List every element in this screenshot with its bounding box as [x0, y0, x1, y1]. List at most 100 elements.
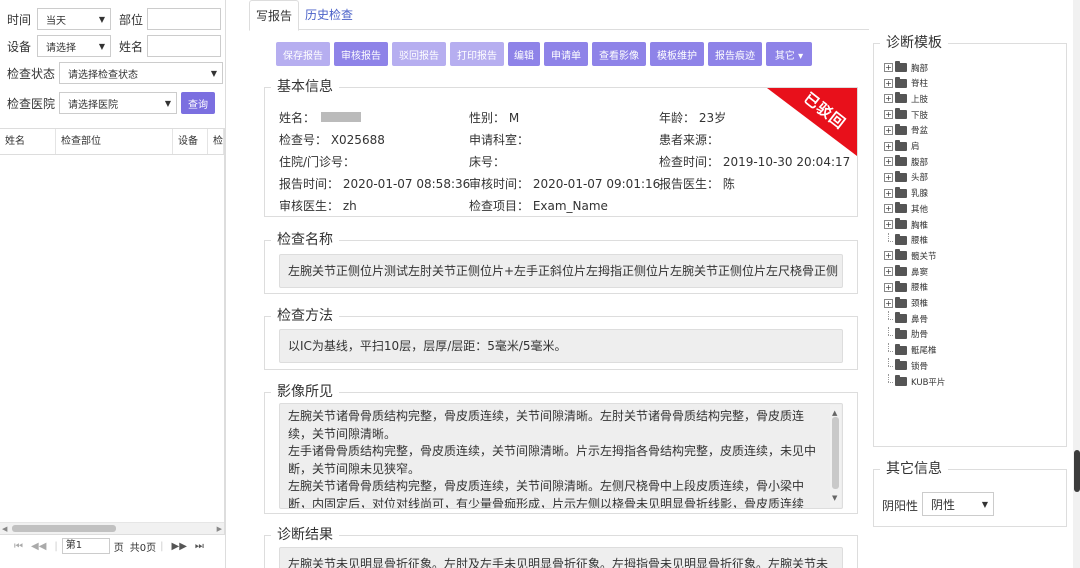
folder-icon [895, 249, 907, 261]
folder-icon [895, 359, 907, 371]
print-report-button[interactable]: 打印报告 [450, 42, 504, 66]
expand-icon[interactable]: + [884, 172, 893, 182]
template-tree-item[interactable]: + 肩 [884, 139, 920, 154]
grid-col-part[interactable]: 检查部位 [56, 129, 173, 154]
template-tree-item[interactable]: + 下肢 [884, 107, 928, 122]
folder-icon [895, 186, 907, 198]
template-tree-item[interactable]: + 乳腺 [884, 186, 928, 201]
expand-icon[interactable]: + [884, 267, 893, 277]
view-image-button[interactable]: 查看影像 [592, 42, 646, 66]
folder-icon [895, 76, 907, 88]
folder-icon [895, 108, 907, 120]
template-tree-item[interactable]: + 髋关节 [884, 248, 937, 263]
exam-name-textbox[interactable]: 左腕关节正侧位片测试左肘关节正侧位片+左手正斜位片左拇指正侧位片左腕关节正侧位片… [279, 254, 843, 288]
template-tree-item[interactable]: + 鼻窦 [884, 264, 928, 279]
folder-icon [895, 202, 907, 214]
expand-icon[interactable]: + [884, 298, 893, 308]
template-tree-item[interactable]: + 上肢 [884, 91, 928, 106]
report-trace-button[interactable]: 报告痕迹 [708, 42, 762, 66]
template-tree-item[interactable]: + 胸部 [884, 60, 928, 75]
grid-horizontal-scrollbar[interactable]: ◀ ▶ [0, 522, 224, 534]
page-scrollbar[interactable] [1073, 0, 1080, 568]
template-tree-item[interactable]: 锁骨 [884, 358, 928, 373]
diagnosis-textbox[interactable]: 左腕关节未见明显骨折征象。左肘及左手未见明显骨折征象。左拇指骨未见明显骨折征象。… [279, 547, 843, 568]
scroll-right-icon[interactable]: ▶ [217, 523, 222, 535]
findings-textarea[interactable]: 左腕关节诸骨骨质结构完整，骨皮质连续，关节间隙清晰。左肘关节诸骨骨质结构完整，骨… [279, 403, 843, 509]
part-input[interactable] [147, 8, 222, 30]
expand-icon[interactable]: + [884, 157, 893, 167]
patient-name-masked [321, 112, 361, 122]
expand-icon[interactable]: + [884, 63, 893, 72]
expand-icon[interactable]: + [884, 251, 893, 261]
template-tree-item[interactable]: + 胸椎 [884, 217, 928, 232]
patient-grid: 姓名 检查部位 设备 检 ◀ ▶ [0, 128, 225, 535]
prev-page-icon[interactable]: ◀◀ [31, 541, 46, 552]
save-report-button[interactable]: 保存报告 [276, 42, 330, 66]
template-maintenance-button[interactable]: 模板维护 [650, 42, 704, 66]
edit-button[interactable]: 编辑 [508, 42, 540, 66]
page-prefix: 第 [65, 540, 76, 551]
chevron-down-icon: ▼ [164, 98, 172, 108]
yinyang-select[interactable]: 阴性 ▼ [922, 492, 994, 516]
template-tree-item[interactable]: 肋骨 [884, 326, 928, 342]
device-select[interactable]: 请选择 ▼ [37, 35, 112, 57]
chevron-down-icon: ▼ [981, 499, 988, 509]
expand-icon[interactable]: + [884, 94, 893, 104]
other-info-legend: 其它信息 [880, 460, 948, 478]
scroll-down-icon[interactable]: ▼ [832, 490, 837, 508]
other-menu-button[interactable]: 其它 ▾ [766, 42, 812, 66]
time-select-value: 当天 [46, 15, 67, 27]
first-page-icon[interactable]: ⏮ [14, 541, 23, 552]
exam-number-field: 检查号： X025688 [279, 133, 385, 147]
grid-col-device[interactable]: 设备 [173, 129, 208, 154]
template-tree-item[interactable]: + 骨盆 [884, 123, 928, 138]
status-select[interactable]: 请选择检查状态 ▼ [59, 62, 224, 84]
expand-icon[interactable]: + [884, 220, 893, 229]
hospital-select-value: 请选择医院 [68, 99, 119, 111]
template-tree-item[interactable]: KUB平片 [884, 374, 945, 389]
template-tree-item[interactable]: + 腰椎 [884, 280, 928, 295]
tab-history[interactable]: 历史检查 [299, 0, 359, 31]
last-page-icon[interactable]: ⏭ [195, 541, 204, 552]
review-report-button[interactable]: 审核报告 [334, 42, 388, 66]
template-legend: 诊断模板 [880, 34, 948, 52]
exam-method-textbox[interactable]: 以IC为基线，平扫10层，层厚/层距：5毫米/5毫米。 [279, 329, 843, 363]
grid-header: 姓名 检查部位 设备 检 [0, 129, 224, 155]
scrollbar-thumb[interactable] [12, 525, 116, 532]
tab-write-report[interactable]: 写报告 [249, 0, 300, 31]
expand-icon[interactable]: + [884, 141, 893, 151]
next-page-icon[interactable]: ▶▶ [172, 541, 187, 552]
template-tree-item[interactable]: + 头部 [884, 170, 928, 185]
scrollbar-thumb[interactable] [832, 417, 839, 489]
expand-icon[interactable]: + [884, 110, 893, 120]
expand-icon[interactable]: + [884, 125, 893, 135]
expand-icon[interactable]: + [884, 282, 893, 292]
expand-icon[interactable]: + [884, 188, 893, 198]
name-input[interactable] [147, 35, 222, 57]
findings-scrollbar[interactable]: ▲ ▼ [830, 405, 841, 507]
query-button[interactable]: 查询 [181, 92, 216, 114]
page-number-input[interactable]: 第1 [61, 538, 110, 554]
template-tree-item[interactable]: + 腹部 [884, 154, 928, 169]
expand-icon[interactable]: + [884, 204, 893, 214]
hospital-label: 检查医院 [7, 96, 56, 111]
grid-col-exam[interactable]: 检 [208, 129, 224, 154]
scroll-left-icon[interactable]: ◀ [2, 523, 7, 535]
reject-report-button[interactable]: 驳回报告 [392, 42, 446, 66]
tree-connector [884, 232, 893, 248]
template-tree-item[interactable]: 腰椎 [884, 232, 928, 248]
scrollbar-thumb[interactable] [1074, 450, 1080, 492]
folder-icon [895, 139, 907, 151]
template-tree-item[interactable]: 骶尾椎 [884, 342, 937, 358]
time-select[interactable]: 当天 ▼ [37, 8, 112, 30]
expand-icon[interactable]: + [884, 78, 893, 88]
template-tree-item[interactable]: + 其他 [884, 201, 928, 216]
template-tree-item[interactable]: + 颈椎 [884, 296, 928, 311]
hospital-select[interactable]: 请选择医院 ▼ [59, 92, 178, 114]
folder-icon [895, 343, 907, 355]
grid-col-name[interactable]: 姓名 [0, 129, 56, 154]
template-tree-item[interactable]: + 脊柱 [884, 76, 928, 91]
template-tree-item[interactable]: 鼻骨 [884, 311, 928, 326]
request-form-button[interactable]: 申请单 [544, 42, 588, 66]
folder-icon [895, 375, 907, 386]
